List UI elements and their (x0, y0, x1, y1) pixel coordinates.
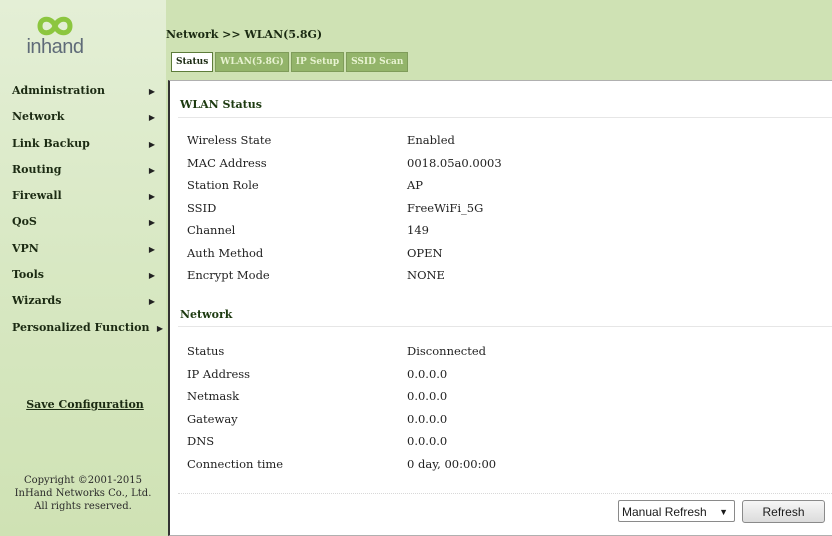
row-label: IP Address (187, 366, 251, 381)
chevron-right-icon: ▶ (148, 296, 155, 307)
tab-ip-setup[interactable]: IP Setup (290, 52, 345, 72)
copyright-line: All rights reserved. (34, 501, 132, 512)
copyright-notice: Copyright ©2001-2015 InHand Networks Co.… (0, 474, 166, 513)
wlan-status-row: Auth Method OPEN (187, 246, 807, 264)
chevron-right-icon: ▶ (148, 112, 155, 123)
wlan-status-row: MAC Address 0018.05a0.0003 (187, 156, 807, 174)
tab-wlan[interactable]: WLAN(5.8G) (215, 52, 289, 72)
sidebar-item-vpn[interactable]: VPN ▶ (0, 240, 166, 266)
inhand-logo: inhand (0, 14, 110, 70)
row-label: Encrypt Mode (187, 268, 270, 282)
sidebar-item-label: VPN (12, 241, 39, 255)
wlan-status-row: Encrypt Mode NONE (187, 268, 807, 286)
sidebar-item-administration[interactable]: Administration ▶ (0, 82, 166, 108)
logo-symbol-icon (37, 16, 73, 36)
row-label: Status (187, 344, 225, 358)
row-label: Station Role (187, 178, 259, 192)
chevron-right-icon: ▶ (148, 164, 155, 175)
section-divider (178, 326, 832, 327)
tab-bar: Status WLAN(5.8G) IP Setup SSID Scan (171, 52, 410, 74)
chevron-right-icon: ▶ (148, 243, 155, 254)
row-label: Connection time (187, 456, 284, 471)
save-configuration-link[interactable]: Save Configuration (0, 398, 170, 411)
chevron-right-icon: ▶ (156, 322, 163, 333)
network-section-title: Network (180, 308, 233, 321)
network-row: Netmask 0.0.0.0 (187, 389, 807, 407)
row-value: AP (407, 178, 424, 192)
chevron-right-icon: ▶ (148, 191, 155, 202)
sidebar-item-label: Link Backup (12, 136, 90, 150)
sidebar-item-network[interactable]: Network ▶ (0, 108, 166, 134)
network-row: Status Disconnected (187, 344, 807, 362)
sidebar-item-label: Administration (12, 84, 106, 97)
network-row: Gateway 0.0.0.0 (187, 412, 807, 430)
content-panel: WLAN Status Wireless State Enabled MAC A… (168, 80, 832, 536)
row-value: FreeWiFi_5G (407, 200, 484, 215)
copyright-line: InHand Networks Co., Ltd. (14, 488, 152, 499)
row-value: Disconnected (407, 344, 487, 358)
network-row: DNS 0.0.0.0 (187, 434, 807, 452)
row-label: MAC Address (187, 155, 267, 170)
sidebar-item-qos[interactable]: QoS ▶ (0, 213, 166, 239)
wlan-status-title: WLAN Status (180, 98, 262, 111)
row-value: 149 (407, 223, 429, 237)
row-value: 0 day, 00:00:00 (407, 456, 497, 471)
row-value: 0018.05a0.0003 (407, 155, 502, 170)
header: Network >> WLAN(5.8G) Status WLAN(5.8G) IP… (166, 0, 832, 80)
row-label: Gateway (187, 411, 238, 426)
sidebar-item-wizards[interactable]: Wizards ▶ (0, 292, 166, 318)
row-label: SSID (187, 200, 217, 215)
breadcrumb: Network >> WLAN(5.8G) (166, 28, 323, 41)
row-value: 0.0.0.0 (407, 434, 448, 448)
sidebar-item-routing[interactable]: Routing ▶ (0, 161, 166, 187)
sidebar-item-personalized-function[interactable]: Personalized Function ▶ (0, 319, 166, 345)
row-value: OPEN (407, 245, 443, 260)
chevron-right-icon: ▶ (148, 270, 155, 281)
row-label: Wireless State (187, 133, 272, 147)
sidebar-item-label: Wizards (12, 294, 62, 308)
tab-ssid-scan[interactable]: SSID Scan (346, 52, 409, 72)
network-row: Connection time 0 day, 00:00:00 (187, 457, 807, 475)
wlan-status-row: Wireless State Enabled (187, 133, 807, 151)
wlan-status-row: Station Role AP (187, 178, 807, 196)
refresh-mode-value: Manual Refresh (622, 505, 707, 519)
sidebar: inhand Administration ▶ Network ▶ Link B… (0, 0, 166, 536)
row-label: Netmask (187, 389, 240, 403)
row-label: Auth Method (187, 245, 264, 260)
sidebar-item-label: Tools (12, 268, 44, 282)
tab-status[interactable]: Status (171, 52, 214, 72)
sidebar-item-tools[interactable]: Tools ▶ (0, 266, 166, 292)
chevron-right-icon: ▶ (148, 86, 155, 96)
refresh-mode-select[interactable]: Manual Refresh ▼ (618, 500, 735, 522)
chevron-down-icon: ▼ (719, 507, 728, 517)
row-label: Channel (187, 223, 236, 237)
sidebar-item-label: Network (12, 110, 65, 124)
sidebar-item-link-backup[interactable]: Link Backup ▶ (0, 135, 166, 161)
refresh-button[interactable]: Refresh (742, 500, 825, 523)
chevron-right-icon: ▶ (148, 138, 155, 149)
wlan-status-row: Channel 149 (187, 223, 807, 241)
row-label: DNS (187, 434, 215, 448)
section-divider (178, 117, 832, 118)
sidebar-item-firewall[interactable]: Firewall ▶ (0, 187, 166, 213)
row-value: NONE (407, 268, 445, 282)
row-value: 0.0.0.0 (407, 389, 448, 403)
sidebar-item-label: Personalized Function (12, 320, 150, 334)
copyright-line: Copyright ©2001-2015 (23, 475, 143, 486)
sidebar-menu: Administration ▶ Network ▶ Link Backup ▶… (0, 82, 166, 345)
wlan-status-row: SSID FreeWiFi_5G (187, 201, 807, 219)
footer-divider (178, 493, 832, 495)
row-value: 0.0.0.0 (407, 411, 448, 426)
chevron-right-icon: ▶ (148, 217, 155, 228)
row-value: Enabled (407, 133, 455, 147)
network-row: IP Address 0.0.0.0 (187, 367, 807, 385)
sidebar-item-label: QoS (12, 215, 37, 229)
sidebar-item-label: Routing (12, 162, 62, 176)
sidebar-item-label: Firewall (12, 189, 62, 203)
logo-text: inhand (26, 36, 84, 58)
row-value: 0.0.0.0 (407, 366, 448, 381)
